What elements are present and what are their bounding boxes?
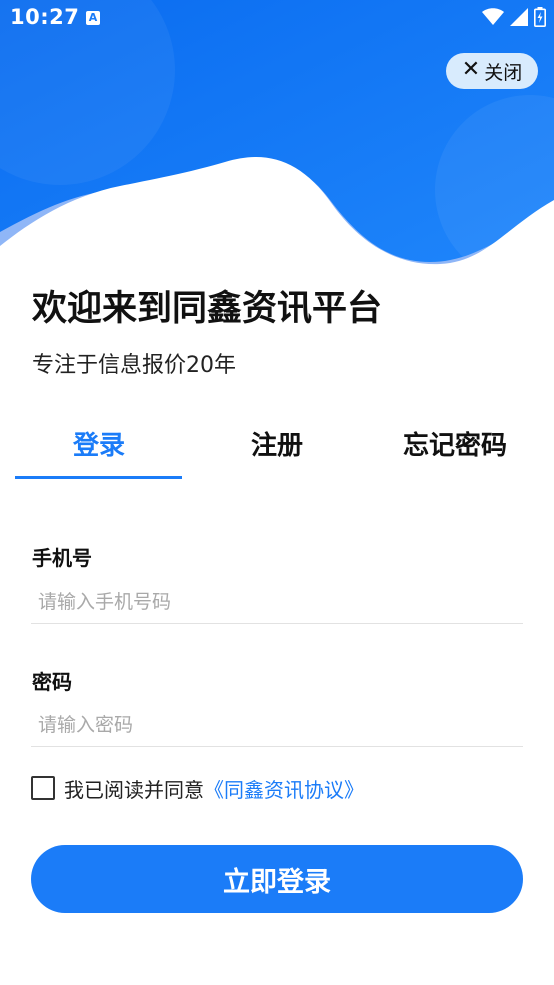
- close-icon: ✕: [461, 57, 481, 82]
- notification-a-icon: A: [86, 11, 100, 25]
- hero-wave-graphic: [0, 0, 554, 270]
- hero-banner: [0, 0, 554, 270]
- signal-icon: [510, 8, 528, 26]
- status-bar: 10:27 A: [0, 0, 554, 38]
- battery-icon: [534, 7, 546, 27]
- active-tab-indicator: [15, 476, 182, 479]
- password-input[interactable]: [31, 703, 523, 747]
- status-icons: [482, 7, 546, 27]
- agreement-text: 我已阅读并同意: [64, 777, 204, 802]
- close-button[interactable]: ✕ 关闭: [446, 53, 538, 89]
- agreement-checkbox[interactable]: [31, 776, 55, 800]
- close-label: 关闭: [484, 61, 523, 84]
- tab-forgot-password[interactable]: 忘记密码: [372, 425, 538, 462]
- agreement-link[interactable]: 《同鑫资讯协议》: [204, 774, 364, 803]
- login-submit-button[interactable]: 立即登录: [31, 845, 523, 913]
- password-label: 密码: [32, 670, 72, 694]
- status-time: 10:27: [10, 5, 80, 29]
- page-title: 欢迎来到同鑫资讯平台: [32, 289, 383, 329]
- tab-login[interactable]: 登录: [16, 425, 182, 462]
- phone-input[interactable]: [31, 580, 523, 624]
- page-subtitle: 专注于信息报价20年: [32, 353, 236, 378]
- tab-register[interactable]: 注册: [192, 425, 362, 462]
- wifi-icon: [482, 8, 504, 25]
- agreement-row: 我已阅读并同意 《同鑫资讯协议》: [31, 774, 364, 803]
- phone-label: 手机号: [32, 546, 92, 570]
